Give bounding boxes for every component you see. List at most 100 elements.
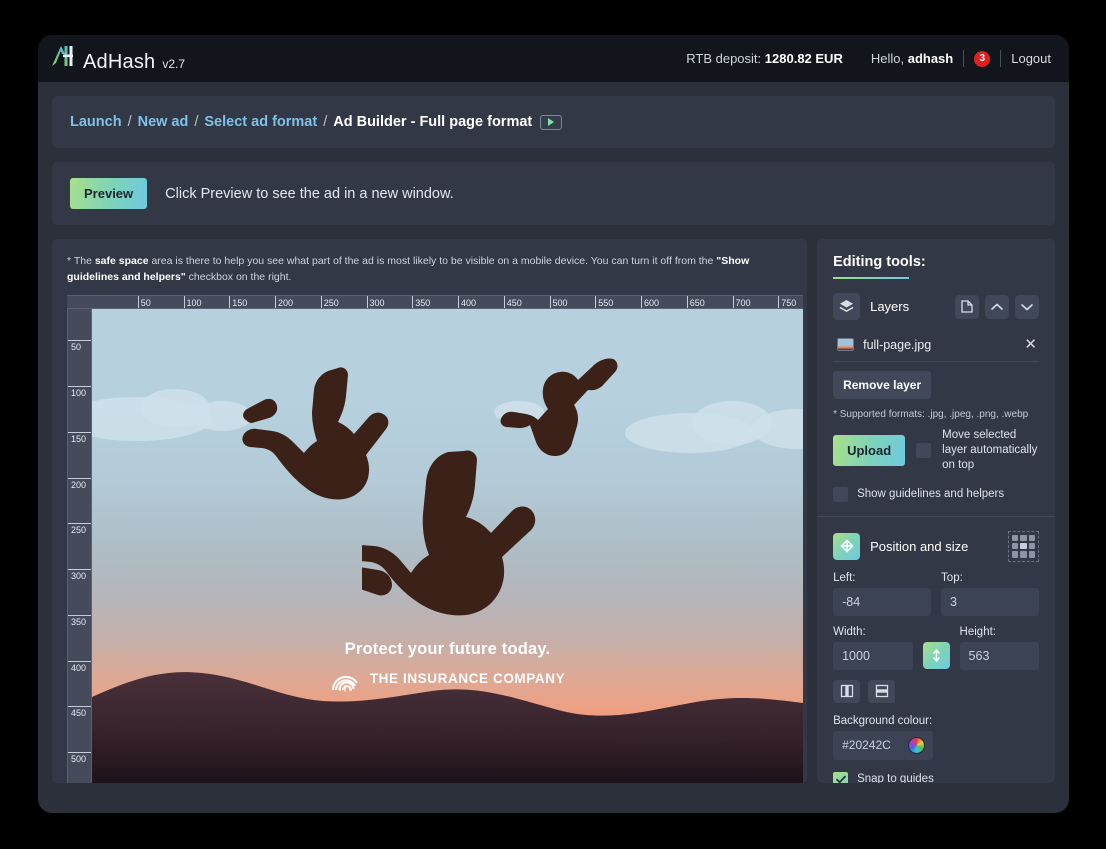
ad-canvas[interactable]: Protect your future today. (92, 309, 803, 783)
ruler-tick (641, 296, 642, 309)
ruler-tick (733, 296, 734, 309)
ruler-label: 50 (141, 298, 151, 308)
preview-button[interactable]: Preview (70, 178, 147, 209)
logout-link[interactable]: Logout (1011, 51, 1051, 66)
breadcrumb-separator: / (194, 114, 198, 130)
layer-name: full-page.jpg (863, 338, 1015, 352)
ad-brand-row: THE INSURANCE COMPANY (92, 665, 803, 693)
title-underline (833, 277, 909, 279)
adhash-logo-icon (50, 44, 76, 68)
ruler-tick (68, 615, 92, 616)
align-vertical-center-icon[interactable] (868, 680, 895, 703)
ruler-label: 500 (553, 298, 568, 308)
ruler-tick (687, 296, 688, 309)
top-input[interactable] (941, 588, 1039, 616)
bg-colour-field[interactable]: #20242C (833, 731, 933, 760)
close-icon[interactable]: ✕ (1024, 337, 1037, 352)
greeting: Hello, adhash (871, 51, 953, 66)
layers-section-header: Layers (833, 293, 1039, 320)
vertical-ruler[interactable]: 50100150200250300350400450500 (67, 309, 92, 783)
lock-aspect-ratio-icon[interactable] (923, 642, 950, 669)
ruler-label: 600 (644, 298, 659, 308)
ruler-label: 500 (71, 754, 86, 764)
left-input[interactable] (833, 588, 931, 616)
ruler-label: 650 (690, 298, 705, 308)
tools-title: Editing tools: (833, 254, 926, 277)
ruler-tick (412, 296, 413, 309)
preview-panel: Preview Click Preview to see the ad in a… (52, 162, 1055, 225)
ruler-tick (778, 296, 779, 309)
brand-name: AdHash (83, 51, 155, 74)
preview-description: Click Preview to see the ad in a new win… (165, 186, 454, 202)
note-part-1: * The (67, 255, 95, 267)
notification-badge[interactable]: 3 (974, 51, 990, 67)
left-top-fields: Left: Top: (833, 572, 1039, 616)
breadcrumb-item-launch[interactable]: Launch (70, 114, 122, 130)
ad-headline: Protect your future today. (92, 640, 803, 659)
breadcrumb-separator: / (128, 114, 132, 130)
layers-icon (833, 293, 860, 320)
duplicate-icon[interactable] (955, 295, 979, 319)
ruler-label: 300 (370, 298, 385, 308)
greeting-text: Hello, (871, 51, 904, 66)
position-section-header: Position and size (833, 531, 1039, 562)
breadcrumb-item-select-ad-format[interactable]: Select ad format (204, 114, 317, 130)
colour-wheel-icon[interactable] (908, 737, 925, 754)
ruler-tick (68, 706, 92, 707)
play-icon[interactable] (540, 115, 562, 130)
ruler-label: 300 (71, 571, 86, 581)
skydiver-silhouette-3 (362, 449, 552, 629)
width-label: Width: (833, 626, 912, 638)
left-label: Left: (833, 572, 931, 584)
skydiver-silhouette-2 (500, 353, 620, 463)
move-top-checkbox[interactable] (916, 443, 931, 458)
ruler-label: 100 (187, 298, 202, 308)
anchor-grid-icon[interactable] (1008, 531, 1039, 562)
remove-layer-button[interactable]: Remove layer (833, 371, 931, 399)
safe-space-note: * The safe space area is there to help y… (67, 253, 792, 286)
layer-thumbnail-icon (837, 338, 854, 351)
move-top-label: Move selected layer automatically on top (942, 428, 1039, 473)
align-horizontal-center-icon[interactable] (833, 680, 860, 703)
bg-colour-label: Background colour: (833, 715, 1039, 727)
ruler-tick (275, 296, 276, 309)
ruler-label: 150 (232, 298, 247, 308)
chevron-down-icon[interactable] (1015, 295, 1039, 319)
ruler-label: 750 (781, 298, 796, 308)
main-row: * The safe space area is there to help y… (52, 239, 1055, 783)
ruler-label: 200 (71, 480, 86, 490)
supported-formats-hint: * Supported formats: .jpg, .jpeg, .png, … (833, 409, 1039, 420)
ruler-tick (504, 296, 505, 309)
ruler-label: 100 (71, 388, 86, 398)
show-guidelines-checkbox[interactable] (833, 487, 848, 502)
ruler-label: 250 (324, 298, 339, 308)
header-right: RTB deposit: 1280.82 EUR Hello, adhash 3… (686, 50, 1051, 67)
ruler-label: 400 (71, 663, 86, 673)
canvas-wrap: 5010015020025030035040045050055060065070… (67, 295, 803, 783)
ruler-tick (229, 296, 230, 309)
ruler-label: 450 (71, 708, 86, 718)
chevron-up-icon[interactable] (985, 295, 1009, 319)
ruler-tick (367, 296, 368, 309)
ruler-label: 450 (507, 298, 522, 308)
ruler-tick (68, 432, 92, 433)
snap-to-guides-checkbox[interactable] (833, 772, 848, 783)
ruler-tick (68, 386, 92, 387)
width-input[interactable] (833, 642, 912, 670)
brand[interactable]: AdHash v2.7 (50, 44, 185, 74)
breadcrumb-item-new-ad[interactable]: New ad (138, 114, 189, 130)
layer-list-item[interactable]: full-page.jpg ✕ (833, 330, 1039, 362)
note-part-2: safe space (95, 255, 149, 267)
divider (963, 50, 964, 67)
show-guidelines-label: Show guidelines and helpers (857, 487, 1004, 502)
upload-button[interactable]: Upload (833, 435, 905, 466)
tools-panel: Editing tools: Layers (817, 239, 1055, 783)
username: adhash (908, 51, 954, 66)
height-label: Height: (960, 626, 1039, 638)
horizontal-ruler[interactable]: 5010015020025030035040045050055060065070… (67, 295, 803, 309)
rtb-value: 1280.82 EUR (765, 51, 843, 66)
align-buttons (833, 680, 1039, 703)
height-input[interactable] (960, 642, 1039, 670)
layer-action-buttons (955, 295, 1039, 319)
snap-to-guides-label: Snap to guides (857, 772, 934, 783)
